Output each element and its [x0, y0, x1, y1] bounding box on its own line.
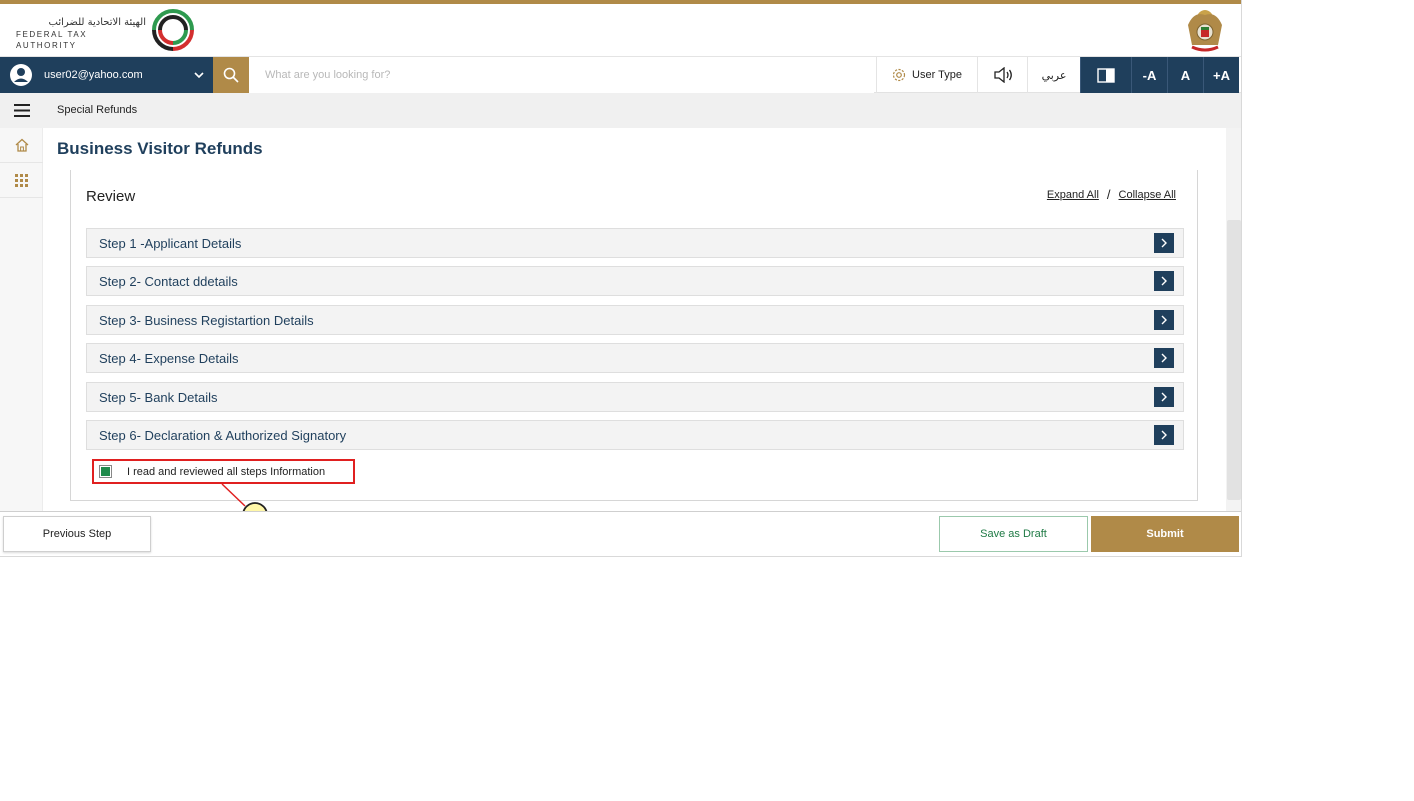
- step-label: Step 6- Declaration & Authorized Signato…: [99, 427, 347, 443]
- step-4-accordion[interactable]: Step 4- Expense Details: [86, 343, 1184, 373]
- search-input[interactable]: [249, 57, 874, 93]
- step-label: Step 2- Contact ddetails: [99, 273, 238, 289]
- user-type-label: User Type: [912, 69, 962, 81]
- font-decrease-button[interactable]: -A: [1131, 57, 1167, 93]
- step-label: Step 3- Business Registartion Details: [99, 312, 314, 328]
- step-label: Step 4- Expense Details: [99, 350, 239, 366]
- contrast-icon: [1097, 67, 1115, 83]
- expand-collapse-separator: /: [1106, 187, 1111, 202]
- apps-grid-icon: [15, 173, 28, 187]
- scrollbar-thumb[interactable]: [1227, 220, 1241, 500]
- step-1-accordion[interactable]: Step 1 -Applicant Details: [86, 228, 1184, 258]
- sidebar-home-button[interactable]: [0, 128, 43, 163]
- sidebar-apps-button[interactable]: [0, 163, 43, 198]
- chevron-down-icon: [194, 72, 204, 79]
- breadcrumb: Special Refunds: [0, 93, 1241, 128]
- font-normal-button[interactable]: A: [1167, 57, 1203, 93]
- chevron-right-icon[interactable]: [1154, 271, 1174, 291]
- sidebar: [0, 128, 43, 512]
- collapse-all-link[interactable]: Collapse All: [1119, 189, 1176, 201]
- step-5-accordion[interactable]: Step 5- Bank Details: [86, 382, 1184, 412]
- user-avatar-icon: [10, 64, 32, 86]
- submit-button[interactable]: Submit: [1091, 516, 1239, 552]
- speaker-icon: [993, 67, 1012, 83]
- chevron-right-icon[interactable]: [1154, 310, 1174, 330]
- home-icon: [15, 138, 28, 152]
- save-as-draft-button[interactable]: Save as Draft: [939, 516, 1088, 552]
- review-confirmation-label[interactable]: I read and reviewed all steps Informatio…: [127, 466, 325, 478]
- step-3-accordion[interactable]: Step 3- Business Registartion Details: [86, 305, 1184, 335]
- audio-button[interactable]: [977, 57, 1027, 93]
- chevron-right-icon[interactable]: [1154, 348, 1174, 368]
- review-panel: Review Expand All / Collapse All Step 1 …: [70, 170, 1198, 501]
- fta-logo-text: الهيئة الاتحادية للضرائب FEDERAL TAX AUT…: [16, 16, 146, 51]
- search-button[interactable]: [213, 57, 249, 93]
- chevron-right-icon[interactable]: [1154, 387, 1174, 407]
- navbar: user02@yahoo.com User Type: [0, 57, 1241, 93]
- header: الهيئة الاتحادية للضرائب FEDERAL TAX AUT…: [0, 4, 1241, 57]
- app-window: الهيئة الاتحادية للضرائب FEDERAL TAX AUT…: [0, 0, 1242, 557]
- expand-all-link[interactable]: Expand All: [1047, 189, 1099, 201]
- review-section-title: Review: [86, 188, 136, 205]
- gear-icon: [892, 68, 906, 82]
- font-increase-button[interactable]: +A: [1203, 57, 1239, 93]
- step-6-accordion[interactable]: Step 6- Declaration & Authorized Signato…: [86, 420, 1184, 450]
- chevron-right-icon[interactable]: [1154, 425, 1174, 445]
- page-title: Business Visitor Refunds: [57, 139, 263, 158]
- step-2-accordion[interactable]: Step 2- Contact ddetails: [86, 266, 1184, 296]
- step-label: Step 5- Bank Details: [99, 389, 218, 405]
- logo-text-english: FEDERAL TAX AUTHORITY: [16, 30, 88, 50]
- review-confirmation-checkbox[interactable]: [99, 465, 112, 478]
- arabic-language-button[interactable]: عربي: [1027, 57, 1080, 93]
- previous-step-button[interactable]: Previous Step: [3, 516, 151, 552]
- form-footer: Previous Step Save as Draft Submit: [0, 511, 1241, 556]
- uae-emblem-icon: [1188, 10, 1222, 52]
- search-icon: [223, 67, 239, 83]
- hamburger-icon: [13, 104, 30, 117]
- review-confirmation-row[interactable]: I read and reviewed all steps Informatio…: [92, 459, 355, 484]
- user-type-button[interactable]: User Type: [876, 57, 977, 93]
- step-label: Step 1 -Applicant Details: [99, 235, 242, 251]
- logo-text-arabic: الهيئة الاتحادية للضرائب: [48, 17, 146, 28]
- hamburger-menu-button[interactable]: [0, 93, 43, 128]
- breadcrumb-current: Special Refunds: [57, 104, 138, 116]
- contrast-toggle-button[interactable]: [1080, 57, 1131, 93]
- chevron-right-icon[interactable]: [1154, 233, 1174, 253]
- checkbox-checked-mark: [101, 467, 110, 476]
- expand-collapse-controls: Expand All / Collapse All: [1047, 187, 1176, 202]
- user-account-dropdown[interactable]: user02@yahoo.com: [0, 57, 213, 93]
- fta-logo-icon: [152, 9, 194, 51]
- user-email: user02@yahoo.com: [44, 69, 143, 81]
